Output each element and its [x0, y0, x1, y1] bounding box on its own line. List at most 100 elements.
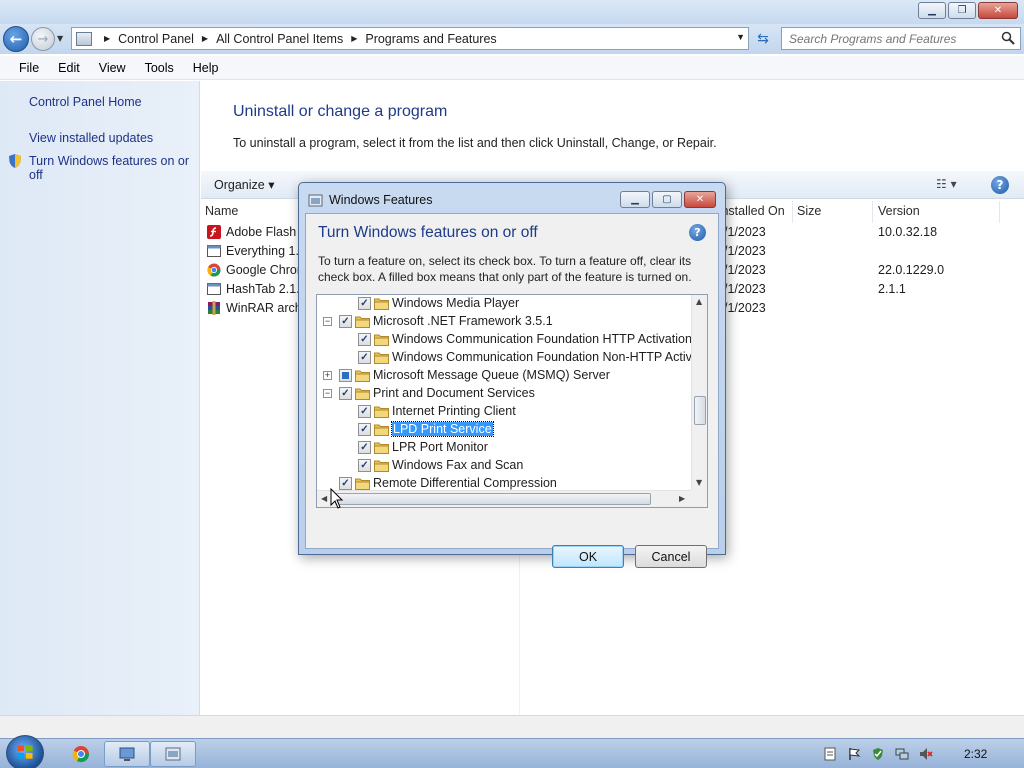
menu-edit[interactable]: Edit	[49, 61, 89, 75]
feature-tree-item[interactable]: ✓ Windows Communication Foundation Non-HT…	[317, 349, 699, 367]
scroll-up-icon[interactable]: ▲	[696, 297, 702, 306]
feature-tree-item[interactable]: − ✓ Microsoft .NET Framework 3.5.1	[317, 313, 691, 331]
ok-button[interactable]: OK	[552, 545, 624, 568]
expand-icon[interactable]: +	[323, 371, 332, 380]
refresh-button[interactable]: ⇆	[752, 28, 774, 50]
collapse-icon[interactable]: −	[323, 389, 332, 398]
chevron-right-icon[interactable]: ▶	[202, 34, 208, 43]
collapse-icon[interactable]: −	[323, 317, 332, 326]
search-input[interactable]	[789, 31, 999, 46]
column-header-version[interactable]: Version	[873, 201, 1000, 223]
feature-checkbox[interactable]: ✓	[339, 387, 352, 400]
dialog-maximize-button[interactable]: ▢	[652, 191, 682, 208]
feature-tree-item[interactable]: ✓ Windows Fax and Scan	[317, 457, 691, 475]
features-tree[interactable]: ✓ Windows Media Player − ✓ Microsoft .NET Fr…	[316, 294, 708, 508]
menu-file[interactable]: File	[10, 61, 48, 75]
program-version: 22.0.1229.0	[878, 263, 945, 277]
feature-checkbox[interactable]: ✓	[358, 297, 371, 310]
menu-bar: File Edit View Tools Help	[0, 56, 1024, 80]
feature-tree-item[interactable]: ✓ LPR Port Monitor	[317, 439, 691, 457]
views-button[interactable]: ☷ ▾	[936, 177, 957, 191]
volume-muted-icon[interactable]	[919, 747, 933, 761]
feature-tree-item[interactable]: ✓ Windows Communication Foundation HTTP A…	[317, 331, 692, 349]
dialog-help-button[interactable]: ?	[689, 224, 706, 241]
column-header-size[interactable]: Size	[793, 201, 873, 223]
folder-icon	[374, 459, 389, 472]
address-dropdown-icon[interactable]: ▼	[736, 32, 745, 42]
feature-checkbox[interactable]: ✓	[358, 423, 371, 436]
feature-tree-item[interactable]: ✓ Windows Media Player	[317, 295, 691, 313]
search-box[interactable]	[781, 27, 1021, 50]
horizontal-scrollbar[interactable]: ◀ ▶	[317, 490, 691, 507]
refresh-icon: ⇆	[757, 31, 769, 47]
menu-help[interactable]: Help	[184, 61, 228, 75]
feature-checkbox[interactable]: ✓	[358, 333, 371, 346]
scroll-right-icon[interactable]: ▶	[679, 494, 685, 503]
minimize-icon: ▁	[631, 194, 639, 205]
program-name: Adobe Flash F	[226, 225, 308, 239]
recent-pages-dropdown[interactable]: ▼	[57, 34, 63, 43]
dialog-heading: Turn Windows features on or off	[318, 224, 538, 241]
menu-tools[interactable]: Tools	[136, 61, 183, 75]
dialog-description: To turn a feature on, select its check b…	[318, 254, 692, 284]
chrome-icon	[72, 746, 90, 763]
feature-checkbox[interactable]: ✓	[358, 405, 371, 418]
feature-checkbox[interactable]: ✓	[358, 459, 371, 472]
breadcrumb-control-panel[interactable]: Control Panel	[118, 32, 194, 46]
breadcrumb-all-items[interactable]: All Control Panel Items	[216, 32, 343, 46]
document-icon[interactable]	[823, 747, 837, 761]
chevron-right-icon[interactable]: ▶	[104, 34, 110, 43]
feature-checkbox[interactable]	[339, 369, 352, 382]
feature-tree-item[interactable]: − ✓ Print and Document Services	[317, 385, 691, 403]
vertical-scroll-thumb[interactable]	[694, 396, 706, 425]
dialog-minimize-button[interactable]: ▁	[620, 191, 650, 208]
navigation-bar: ← → ▼ ▶ Control Panel ▶ All Control Pane…	[0, 24, 1024, 54]
cancel-button[interactable]: Cancel	[635, 545, 707, 568]
folder-icon	[374, 333, 389, 346]
feature-checkbox[interactable]: ✓	[339, 315, 352, 328]
dialog-close-button[interactable]: ✕	[684, 191, 716, 208]
feature-checkbox[interactable]: ✓	[358, 351, 371, 364]
taskbar-control-panel[interactable]	[150, 741, 196, 767]
view-installed-updates-link[interactable]: View installed updates	[29, 131, 153, 145]
dialog-title: Windows Features	[329, 193, 433, 207]
network-icon[interactable]	[895, 747, 909, 761]
turn-windows-features-link[interactable]: Turn Windows features on or off	[29, 154, 189, 182]
restore-button[interactable]: ❐	[948, 2, 976, 19]
forward-button[interactable]: →	[31, 27, 55, 51]
feature-label: Remote Differential Compression	[373, 476, 557, 490]
program-installed-on: /1/2023	[724, 282, 766, 296]
page-title: Uninstall or change a program	[233, 103, 448, 120]
close-icon: ✕	[993, 5, 1003, 16]
breadcrumb-programs-features[interactable]: Programs and Features	[365, 32, 496, 46]
taskbar-chrome[interactable]	[58, 741, 104, 767]
action-center-flag-icon[interactable]	[847, 747, 861, 761]
help-button[interactable]: ?	[991, 176, 1009, 194]
start-button[interactable]	[6, 735, 44, 768]
feature-tree-item[interactable]: + Microsoft Message Queue (MSMQ) Server	[317, 367, 691, 385]
scroll-left-icon[interactable]: ◀	[321, 494, 327, 503]
minimize-button[interactable]: ▁	[918, 2, 946, 19]
chevron-right-icon[interactable]: ▶	[351, 34, 357, 43]
organize-button[interactable]: Organize ▾	[214, 177, 274, 192]
feature-checkbox[interactable]: ✓	[358, 441, 371, 454]
control-panel-home-link[interactable]: Control Panel Home	[29, 95, 142, 109]
back-button[interactable]: ←	[3, 26, 29, 52]
feature-tree-item[interactable]: ✓ Internet Printing Client	[317, 403, 691, 421]
security-shield-icon[interactable]	[871, 747, 885, 761]
scroll-down-icon[interactable]: ▼	[696, 478, 702, 487]
horizontal-scroll-thumb[interactable]	[335, 493, 651, 505]
chrome-icon	[207, 263, 221, 277]
window-controls: ▁ ❐ ✕	[918, 2, 1018, 19]
menu-view[interactable]: View	[90, 61, 135, 75]
search-icon[interactable]	[1001, 31, 1015, 45]
close-button[interactable]: ✕	[978, 2, 1018, 19]
program-name: HashTab 2.1.1	[226, 282, 307, 296]
vertical-scrollbar[interactable]: ▲ ▼	[691, 295, 707, 490]
feature-tree-item[interactable]: ✓ LPD Print Service	[317, 421, 691, 439]
taskbar-remote-desktop[interactable]	[104, 741, 150, 767]
clock[interactable]: 2:32	[964, 747, 987, 761]
address-bar[interactable]: ▶ Control Panel ▶ All Control Panel Item…	[71, 27, 749, 50]
taskbar: 2:32	[0, 735, 1024, 768]
folder-icon	[355, 387, 370, 400]
